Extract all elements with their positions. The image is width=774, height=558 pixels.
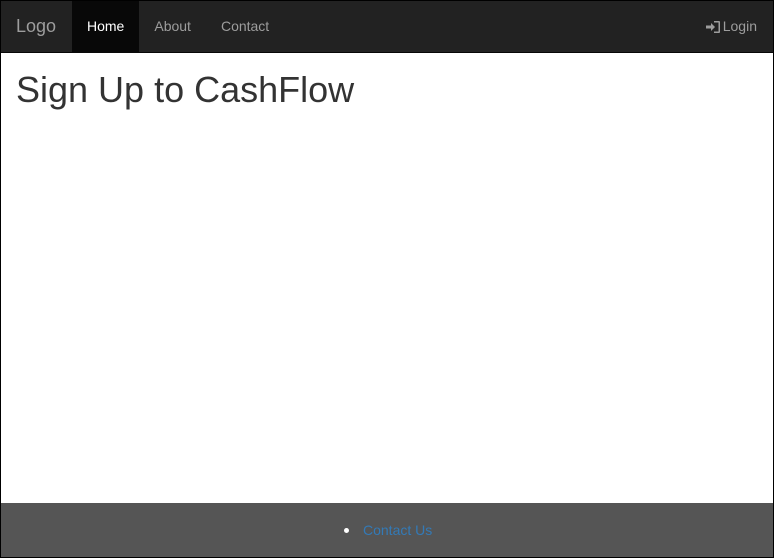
log-in-icon [705,20,721,34]
footer-list-item: Contact Us [344,520,432,540]
login-link[interactable]: Login [705,1,757,52]
page-frame: Logo Home About Contact Login Sign Up to… [0,0,774,558]
nav-item-home[interactable]: Home [72,1,140,52]
contact-us-link[interactable]: Contact Us [363,520,432,540]
nav-menu: Home About Contact [72,1,284,52]
page-footer: Contact Us [1,503,773,557]
brand-logo-link[interactable]: Logo [1,1,71,52]
bullet-icon [344,527,349,533]
top-navbar: Logo Home About Contact Login [1,1,773,53]
nav-item-about[interactable]: About [139,1,206,52]
login-label: Login [722,18,757,34]
page-title: Sign Up to CashFlow [16,69,355,110]
nav-item-contact[interactable]: Contact [206,1,284,52]
footer-links: Contact Us [344,520,432,540]
